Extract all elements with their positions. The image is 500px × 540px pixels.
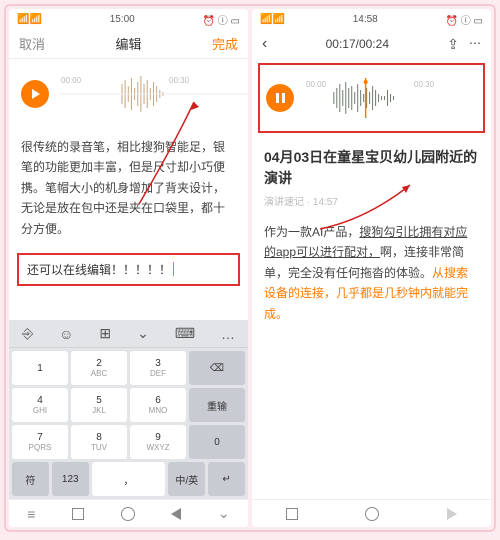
keyboard: ⎆ ☺ ⊞ ⌄ ⌨ … 1 2ABC 3DEF ⌫ 4GHI 5JKL 6MNO…: [9, 320, 248, 499]
clock: 15:00: [110, 14, 135, 25]
nav-kb-icon[interactable]: ⌄: [218, 505, 230, 522]
key-123[interactable]: 123: [52, 462, 89, 496]
nav-home-icon[interactable]: [121, 507, 135, 521]
signal: 📶📶: [260, 14, 285, 25]
kb-tool[interactable]: ⌄: [137, 325, 149, 342]
transcript-text: 作为一款AI产品，搜狗勾引比拥有对应的app可以进行配对，啊，连接非常简单，完全…: [252, 214, 491, 332]
header-title: 编辑: [115, 34, 141, 53]
editor-header: 取消 编辑 完成: [9, 29, 248, 59]
tick: 00:30: [414, 80, 434, 89]
key-6[interactable]: 6MNO: [130, 388, 186, 422]
recording-title: 04月03日在童星宝贝幼儿园附近的演讲: [252, 137, 491, 193]
nav-recent-icon[interactable]: [286, 508, 298, 520]
keyboard-toolbar: ⎆ ☺ ⊞ ⌄ ⌨ …: [9, 320, 248, 348]
edit-input-row[interactable]: 还可以在线编辑！！！！！: [17, 253, 240, 286]
key-0[interactable]: 0: [189, 425, 245, 459]
key-9[interactable]: 9WXYZ: [130, 425, 186, 459]
edit-text: 还可以在线编辑！！！！！: [27, 261, 171, 278]
back-button[interactable]: ‹: [262, 35, 267, 53]
key-lang[interactable]: 中/英: [168, 462, 205, 496]
player-header: ‹ 00:17/00:24 ⇪ ⋯: [252, 29, 491, 59]
kb-tool[interactable]: ⌨: [175, 325, 195, 342]
phone-left: 📶📶 15:00 ⏰ ⓘ ▭ 取消 编辑 完成 00:00 00:30: [9, 9, 248, 527]
tick: 00:30: [169, 76, 189, 85]
key-clear[interactable]: 重输: [189, 388, 245, 422]
kb-tool[interactable]: ☺: [59, 326, 73, 342]
key-2[interactable]: 2ABC: [71, 351, 127, 385]
recording-meta: 演讲速记 · 14:57: [252, 193, 491, 214]
timer: 00:17/00:24: [326, 37, 389, 51]
kb-tool[interactable]: ⎆: [22, 325, 33, 342]
key-3[interactable]: 3DEF: [130, 351, 186, 385]
status-bar: 📶📶 15:00 ⏰ ⓘ ▭: [9, 9, 248, 29]
nav-home-icon[interactable]: [365, 507, 379, 521]
more-button[interactable]: ⋯: [469, 36, 481, 53]
done-button[interactable]: 完成: [212, 34, 238, 53]
kb-tool[interactable]: ⊞: [99, 325, 111, 342]
key-backspace[interactable]: ⌫: [189, 351, 245, 385]
kb-tool[interactable]: …: [221, 326, 235, 342]
key-4[interactable]: 4GHI: [12, 388, 68, 422]
phone-right: 📶📶 14:58 ⏰ ⓘ ▭ ‹ 00:17/00:24 ⇪ ⋯ 00:00 0…: [252, 9, 491, 527]
nav-recent-icon[interactable]: [72, 508, 84, 520]
transcript-text: 很传统的录音笔，相比搜狗智能足，银笔的功能更加丰富，但是尺寸却小巧便携。笔帽大小…: [9, 129, 248, 247]
waveform[interactable]: 00:00 00:30: [304, 78, 483, 118]
play-button[interactable]: [21, 80, 49, 108]
cancel-button[interactable]: 取消: [19, 34, 45, 53]
key-enter[interactable]: ↵: [208, 462, 245, 496]
key-7[interactable]: 7PQRS: [12, 425, 68, 459]
nav-back-icon[interactable]: [447, 508, 457, 520]
status-icons: ⏰ ⓘ ▭: [203, 12, 240, 27]
waveform-area: 00:00 00:30: [9, 59, 248, 129]
key-8[interactable]: 8TUV: [71, 425, 127, 459]
tick: 00:00: [306, 80, 326, 89]
tick: 00:00: [61, 76, 81, 85]
clock: 14:58: [353, 14, 378, 25]
waveform[interactable]: 00:00 00:30: [59, 74, 248, 114]
status-bar: 📶📶 14:58 ⏰ ⓘ ▭: [252, 9, 491, 29]
key-symbol[interactable]: 符: [12, 462, 49, 496]
nav-back-icon[interactable]: [171, 508, 181, 520]
key-space[interactable]: ，: [92, 462, 166, 496]
pause-button[interactable]: [266, 84, 294, 112]
android-nav: [252, 499, 491, 527]
nav-menu-icon[interactable]: ≡: [27, 506, 35, 522]
key-5[interactable]: 5JKL: [71, 388, 127, 422]
key-1[interactable]: 1: [12, 351, 68, 385]
waveform-area: 00:00 00:30: [258, 63, 485, 133]
status-icons: ⏰ ⓘ ▭: [446, 12, 483, 27]
android-nav: ≡ ⌄: [9, 499, 248, 527]
signal: 📶📶: [17, 14, 42, 25]
share-button[interactable]: ⇪: [447, 36, 459, 53]
